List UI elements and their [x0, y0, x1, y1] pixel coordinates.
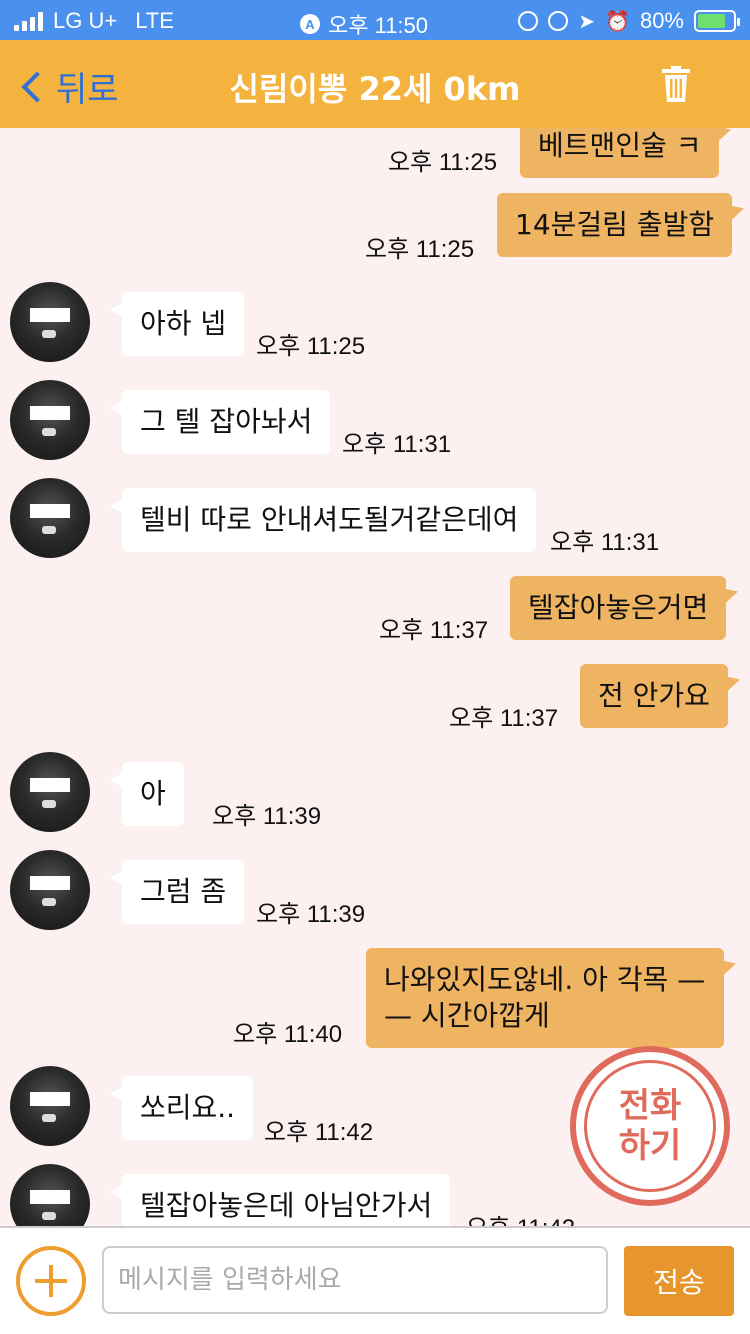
message-time: 오후 11:40	[233, 1021, 343, 1048]
message-bubble-received: 텔비 따로 안내셔도될거같은데여	[109, 488, 537, 552]
chat-header: 뒤로 신림이뽕 22세 0km	[0, 40, 750, 128]
call-button[interactable]: 전화 하기	[570, 1046, 730, 1206]
status-left: LG U+ LTE	[14, 8, 174, 34]
page-title: 신림이뽕 22세 0km	[229, 70, 521, 108]
screen-record-icon	[518, 11, 539, 31]
message-bubble-sent: 전 안가요	[580, 664, 728, 728]
message-time: 오후 11:37	[379, 617, 489, 644]
message-time: 오후 11:25	[256, 333, 366, 360]
message-bubble-received: 아	[110, 762, 184, 826]
message-bubble-received: 아하 넵	[109, 292, 245, 356]
message-time: 오후 11:31	[342, 431, 452, 458]
avatar[interactable]	[10, 1164, 90, 1226]
message-time: 오후 11:42	[264, 1119, 374, 1146]
message-bubble-received: 쏘리요..	[109, 1076, 254, 1140]
message-time: 오후 11:25	[365, 236, 475, 263]
avatar[interactable]	[10, 752, 90, 832]
send-button[interactable]: 전송	[624, 1246, 734, 1316]
avatar[interactable]	[10, 380, 90, 460]
carrier-label: LG U+	[53, 8, 118, 33]
clock: 오후 11:50	[328, 13, 429, 38]
message-time: 오후 11:39	[212, 803, 322, 830]
avatar[interactable]	[10, 1066, 90, 1146]
network-label: LTE	[135, 8, 174, 33]
message-bubble-sent: 텔잡아놓은거면	[510, 576, 727, 640]
location-arrow-icon: ➤	[578, 10, 596, 33]
message-bubble-sent: 베트맨인술 ㅋ	[520, 128, 720, 178]
status-bar: LG U+ LTE A 오후 11:50 ➤ ⏰ 80%	[0, 0, 750, 40]
message-time: 오후 11:37	[449, 705, 559, 732]
status-center: A 오후 11:50	[300, 8, 428, 40]
message-time: 오후 11:39	[256, 901, 366, 928]
message-time: 오후 11:31	[550, 529, 660, 556]
plus-icon[interactable]	[16, 1246, 86, 1316]
trash-icon[interactable]	[662, 66, 690, 102]
message-bubble-received: 그럼 좀	[109, 860, 245, 924]
message-bubble-sent: 14분걸림 출발함	[497, 193, 733, 257]
message-bubble-received: 그 텔 잡아놔서	[109, 390, 331, 454]
alarm-icon: ⏰	[605, 10, 630, 33]
avatar[interactable]	[10, 282, 90, 362]
avatar[interactable]	[10, 478, 90, 558]
signal-icon	[14, 11, 43, 31]
message-bubble-sent: 나와있지도않네. 아 각목 — — 시간아깝게	[366, 948, 724, 1048]
avatar[interactable]	[10, 850, 90, 930]
message-time: 오후 11:25	[388, 149, 498, 176]
battery-icon	[694, 10, 740, 32]
message-time: 오후 11:42	[466, 1208, 575, 1226]
lock-rotation-icon	[548, 11, 569, 31]
message-input-bar: 전송	[0, 1226, 750, 1334]
message-input[interactable]	[102, 1246, 608, 1314]
call-button-label: 전화 하기	[584, 1060, 716, 1192]
location-icon: A	[300, 14, 320, 34]
battery-percent: 80%	[639, 8, 684, 33]
status-right: ➤ ⏰ 80%	[518, 8, 740, 34]
message-bubble-received: 텔잡아놓은데 아님안가서	[109, 1174, 451, 1226]
